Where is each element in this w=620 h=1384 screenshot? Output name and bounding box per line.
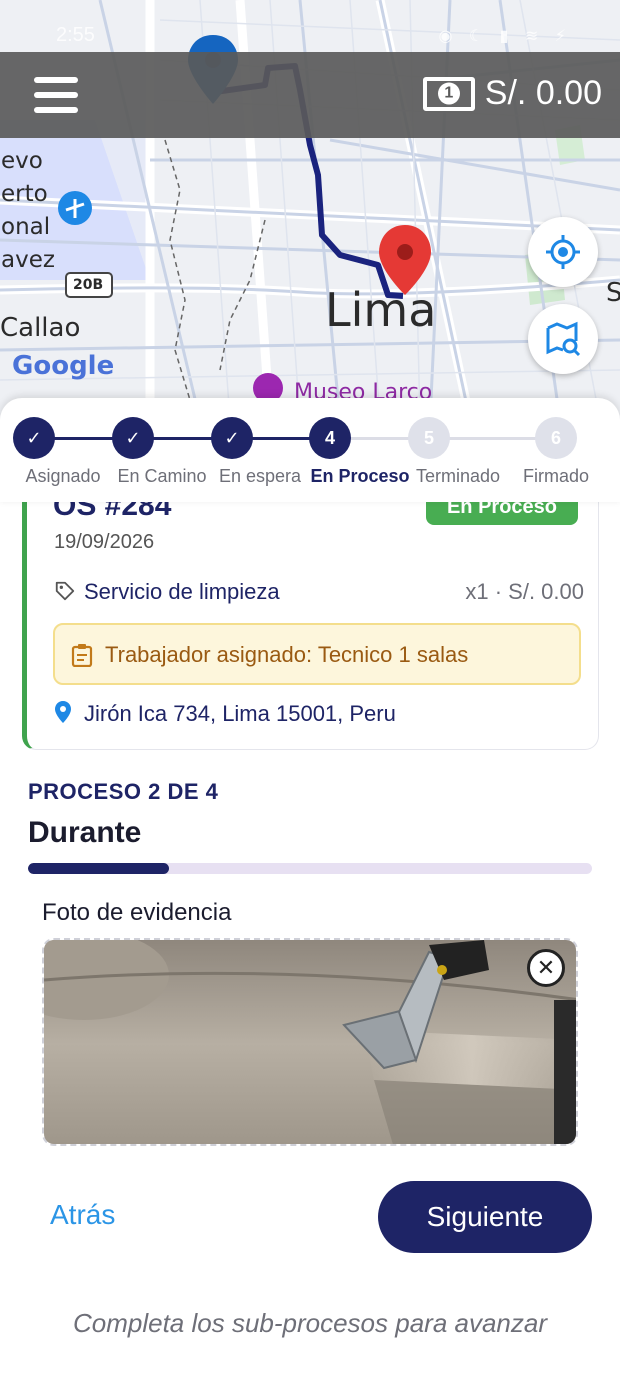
status-stepper: ✓ Asignado ✓ En Camino ✓ En espera 4 En Proceso… — [0, 398, 620, 502]
menu-icon[interactable] — [34, 77, 78, 113]
assigned-worker-text: Trabajador asignado: Tecnico 1 salas — [105, 642, 469, 667]
photo-label: Foto de evidencia — [42, 899, 232, 926]
stepper-label: En Camino — [117, 466, 207, 486]
google-logo: Google — [12, 351, 115, 381]
order-progress-sheet: ✓ Asignado ✓ En Camino ✓ En espera 4 En Proceso… — [0, 398, 620, 502]
completion-hint: Completa los sub-procesos para avanzar — [72, 1308, 548, 1338]
stepper-number: 4 — [309, 417, 351, 459]
stepper-label: En espera — [218, 466, 302, 486]
map-label-district: Callao — [0, 313, 81, 343]
map-search-icon — [546, 321, 581, 357]
order-card[interactable]: OS #284 En Proceso 19/09/2026 Servicio d… — [22, 470, 599, 750]
clipboard-icon — [71, 644, 93, 667]
check-icon: ✓ — [211, 417, 253, 459]
service-qty-price: x1 · S/. 0.00 — [465, 579, 584, 604]
tag-icon — [55, 581, 75, 601]
stepper-step-4: 4 — [308, 417, 352, 459]
back-button[interactable]: Atrás — [50, 1199, 115, 1231]
stepper-label: Asignado — [25, 466, 101, 486]
stepper-step-2: ✓ — [111, 417, 155, 459]
crosshair-icon — [546, 235, 580, 269]
evidence-photo[interactable] — [42, 938, 578, 1146]
address-text: Jirón Ica 734, Lima 15001, Peru — [84, 701, 396, 726]
next-button[interactable]: Siguiente — [378, 1181, 592, 1253]
location-pin-icon — [55, 701, 71, 723]
stepper-step-3: ✓ — [210, 417, 254, 459]
status-icons: ◉ ☾ ▮ ≋ ⚡ — [438, 28, 572, 45]
stepper-number: 6 — [535, 417, 577, 459]
stepper-number: 5 — [408, 417, 450, 459]
map-view[interactable]: evo erto onal avez 20B Callao Lima Googl… — [0, 0, 620, 420]
service-row: Servicio de limpieza x1 · S/. 0.00 — [54, 579, 584, 605]
address-row: Jirón Ica 734, Lima 15001, Peru — [54, 700, 396, 727]
top-bar: S/. 0.00 — [0, 52, 620, 138]
stepper-label: En Proceso — [310, 466, 410, 486]
my-location-button[interactable] — [528, 217, 598, 287]
check-icon: ✓ — [112, 417, 154, 459]
remove-photo-button[interactable]: ✕ — [527, 949, 565, 987]
cash-icon — [422, 76, 475, 111]
stepper-step-1: ✓ — [12, 417, 56, 459]
stepper-step-6: 6 — [534, 417, 578, 459]
status-bar: 2:55 ◉ ☾ ▮ ≋ ⚡ — [0, 0, 620, 52]
map-label-edge: S — [606, 278, 620, 308]
map-search-button[interactable] — [528, 304, 598, 374]
balance-amount: S/. 0.00 — [484, 74, 602, 112]
evidence-photo-image — [44, 940, 576, 1144]
stepper-step-5: 5 — [407, 417, 451, 459]
balance-display: S/. 0.00 — [422, 74, 602, 113]
status-time: 2:55 — [56, 24, 95, 46]
map-label-city: Lima — [325, 283, 437, 337]
map-label-airport-4: avez — [1, 247, 55, 273]
process-progress-bar — [28, 863, 592, 874]
map-road-shield: 20B — [73, 277, 104, 293]
process-step-counter: PROCESO 2 DE 4 — [28, 779, 219, 804]
stepper-label: Firmado — [522, 466, 590, 486]
map-label-airport-1: evo — [1, 148, 43, 174]
stepper-label: Terminado — [415, 466, 501, 486]
service-name: Servicio de limpieza — [84, 579, 280, 604]
order-date: 19/09/2026 — [54, 531, 155, 553]
map-label-airport-3: onal — [1, 214, 51, 240]
process-name: Durante — [28, 816, 142, 849]
map-label-airport-2: erto — [1, 181, 48, 207]
check-icon: ✓ — [13, 417, 55, 459]
process-progress-fill — [28, 863, 169, 874]
assigned-worker-banner: Trabajador asignado: Tecnico 1 salas — [53, 623, 581, 685]
